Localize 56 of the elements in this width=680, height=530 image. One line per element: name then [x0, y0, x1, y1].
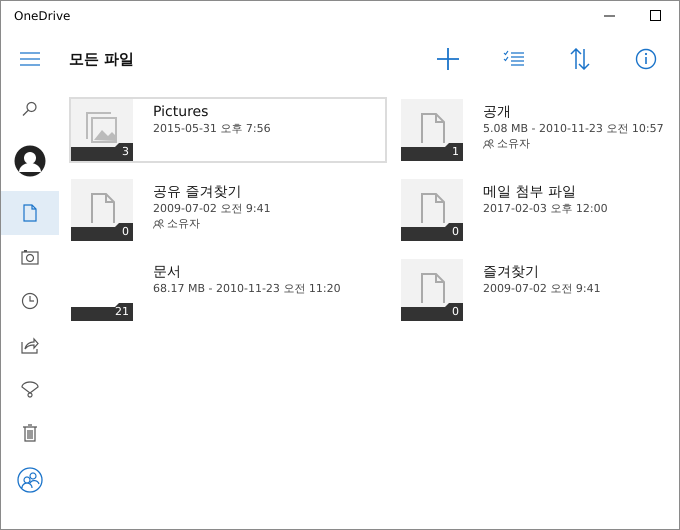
parachute-icon — [21, 380, 39, 398]
folder-band — [401, 223, 463, 241]
folder-item[interactable]: 0 즐겨찾기 2009-07-02 오전 9:41 — [399, 257, 679, 323]
folder-item[interactable]: 1 공개 5.08 MB - 2010-11-23 오전 10:57 소유자 — [399, 97, 679, 163]
item-count: 1 — [452, 144, 459, 160]
checklist-icon — [503, 50, 525, 68]
folder-details: 2009-07-02 오전 9:41 — [483, 281, 601, 297]
document-icon — [23, 204, 37, 222]
folder-item[interactable]: 3 Pictures 2015-05-31 오후 7:56 — [69, 97, 387, 163]
folder-name: 공개 — [483, 103, 512, 121]
folder-name: 즐겨찾기 — [483, 263, 540, 281]
folder-details: 2009-07-02 오전 9:41 — [153, 201, 271, 217]
folder-band — [71, 143, 133, 161]
folder-item[interactable]: 0 공유 즐겨찾기 2009-07-02 오전 9:41 소유자 — [69, 177, 387, 243]
folder-name: 공유 즐겨찾기 — [153, 183, 242, 201]
document-icon — [421, 113, 445, 143]
folder-band — [401, 143, 463, 161]
document-icon — [91, 193, 115, 223]
folder-item[interactable]: 21 문서 68.17 MB - 2010-11-23 오전 11:20 — [69, 257, 387, 323]
trash-icon — [22, 424, 38, 442]
folder-details: 5.08 MB - 2010-11-23 오전 10:57 — [483, 121, 664, 137]
document-icon — [421, 193, 445, 223]
minimize-icon — [604, 15, 616, 17]
people-icon — [17, 467, 43, 493]
owner-label: 소유자 — [497, 137, 530, 151]
menu-icon — [20, 52, 40, 66]
info-icon — [635, 48, 657, 70]
document-icon — [421, 273, 445, 303]
folder-band — [401, 303, 463, 321]
maximize-icon — [650, 10, 662, 22]
item-count: 0 — [452, 224, 459, 240]
page-title: 모든 파일 — [69, 48, 136, 70]
camera-icon — [21, 249, 39, 265]
item-count: 0 — [122, 224, 129, 240]
search-icon — [22, 101, 38, 117]
folder-name: 메일 첨부 파일 — [483, 183, 577, 201]
item-count: 3 — [122, 144, 129, 160]
folder-details: 2015-05-31 오후 7:56 — [153, 121, 271, 137]
folder-name: 문서 — [153, 263, 182, 281]
clock-icon — [21, 292, 39, 310]
people-icon — [153, 219, 164, 229]
folder-item[interactable]: 0 메일 첨부 파일 2017-02-03 오후 12:00 — [399, 177, 679, 243]
item-count: 0 — [452, 304, 459, 320]
folder-band — [71, 303, 133, 321]
folder-details: 68.17 MB - 2010-11-23 오전 11:20 — [153, 281, 341, 297]
folder-details: 2017-02-03 오후 12:00 — [483, 201, 608, 217]
folder-band — [71, 223, 133, 241]
item-count: 21 — [115, 304, 129, 320]
people-icon — [483, 139, 494, 149]
window-title: OneDrive — [14, 8, 72, 25]
avatar-icon — [14, 145, 46, 177]
share-icon — [21, 336, 39, 354]
sort-icon — [570, 48, 590, 70]
folder-name: Pictures — [153, 103, 210, 121]
owner-label: 소유자 — [167, 217, 200, 231]
plus-icon — [437, 48, 459, 70]
